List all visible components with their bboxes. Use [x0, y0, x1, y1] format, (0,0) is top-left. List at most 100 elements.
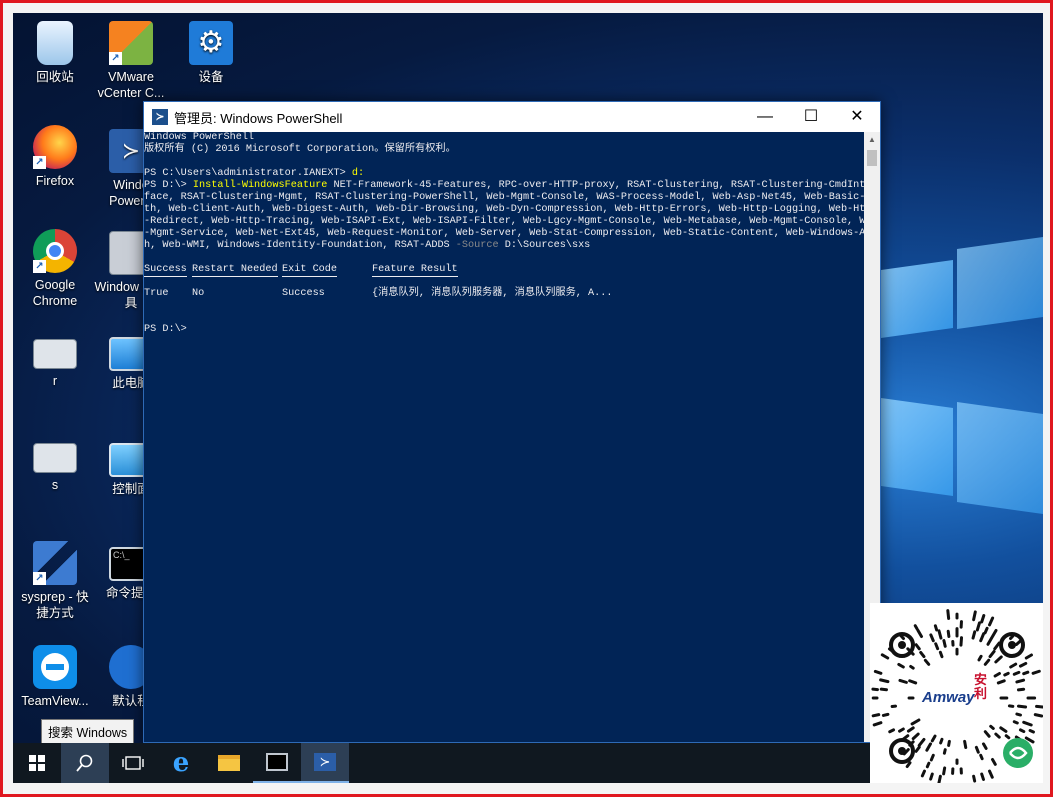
console-line: th, Web-Client-Auth, Web-Digest-Auth, We… [144, 204, 866, 215]
console-args: NET-Framework-45-Features, RPC-over-HTTP… [327, 180, 866, 191]
file-explorer-icon [218, 755, 240, 771]
qr-dot [971, 630, 977, 640]
qr-dot [908, 679, 918, 685]
desktop-icon-firefox[interactable]: ↗ Firefox [17, 125, 93, 189]
qr-dot [930, 734, 937, 743]
desktop-icon-settings[interactable]: ⚙ 设备 [173, 21, 249, 85]
maximize-button[interactable]: ☐ [788, 102, 834, 132]
minimize-button[interactable]: — [742, 102, 788, 132]
qr-dot [1035, 704, 1043, 709]
taskbar-edge[interactable]: e [157, 743, 205, 783]
qr-dot [920, 769, 926, 778]
qr-dot [925, 761, 931, 769]
qr-dot [989, 724, 995, 730]
desktop-icon-label: 回收站 [36, 70, 74, 84]
network-computers-icon: ↗ [33, 541, 77, 585]
qr-code-overlay: Amway 安利 [870, 603, 1043, 783]
qr-dot [1014, 639, 1022, 646]
qr-dot [996, 679, 1006, 685]
close-button[interactable]: ✕ [834, 102, 880, 132]
qr-dot [1004, 734, 1011, 740]
desktop-icon-chrome[interactable]: ↗ Google Chrome [17, 229, 93, 309]
qr-dot [939, 737, 944, 745]
qr-dot [983, 730, 991, 738]
teamviewer-icon [33, 645, 77, 689]
table-header: Exit Code [282, 264, 338, 277]
table-header: Restart Needed [192, 264, 278, 277]
taskbar-powershell[interactable]: ≻ [301, 743, 349, 783]
desktop-icon-s[interactable]: s [17, 443, 93, 493]
qr-dot [977, 654, 983, 662]
qr-dot [897, 662, 905, 669]
window-titlebar[interactable]: ≻ 管理员: Windows PowerShell — ☐ ✕ [144, 102, 880, 132]
qr-dot [947, 739, 951, 747]
qr-dot [982, 742, 988, 750]
qr-dot [974, 745, 980, 754]
qr-dot [942, 748, 947, 755]
console-prompt: PS C:\Users\administrator.IANEXT> [144, 168, 352, 179]
qr-dot [1012, 720, 1019, 725]
shortcut-arrow-icon: ↗ [33, 260, 46, 273]
window-title: 管理员: Windows PowerShell [174, 110, 343, 126]
qr-dot [959, 636, 964, 647]
desktop-icon-teamviewer[interactable]: TeamView... [17, 645, 93, 709]
desktop: 回收站 ↗ Firefox ↗ Google Chrome r s ↗ sysp… [13, 13, 1043, 783]
qr-dot [1016, 704, 1028, 709]
taskbar-file-explorer[interactable] [205, 743, 253, 783]
scroll-up-icon[interactable]: ▲ [864, 132, 880, 148]
shortcut-arrow-icon: ↗ [33, 572, 46, 585]
qr-dot [942, 639, 947, 648]
console-line: -Mgmt-Service, Web-Net-Ext45, Web-Reques… [144, 228, 866, 239]
qr-dot [1022, 720, 1033, 727]
desktop-icon-label: r [52, 374, 58, 388]
table-header: Success [144, 264, 187, 277]
qr-dot [1015, 678, 1026, 684]
search-icon [76, 754, 93, 772]
qr-dot [994, 655, 1003, 664]
qr-dot [1018, 661, 1028, 668]
console-output[interactable]: Windows PowerShell 版权所有 (C) 2016 Microso… [144, 132, 866, 742]
console-args: h, Web-WMI, Windows-Identity-Foundation,… [144, 240, 456, 251]
wallpaper-logo-pane [881, 259, 953, 339]
qr-dot [988, 769, 994, 779]
qr-dot [991, 628, 998, 639]
qr-dot [923, 658, 931, 666]
scrollbar-thumb[interactable] [867, 150, 877, 166]
firefox-icon: ↗ [33, 125, 77, 169]
qr-dot [946, 609, 951, 620]
qr-dot [925, 742, 932, 752]
qr-dot [906, 726, 915, 733]
qr-dot [938, 650, 944, 659]
table-cell: True [144, 288, 169, 299]
desktop-icon-r[interactable]: r [17, 339, 93, 389]
search-button[interactable] [61, 743, 109, 783]
console-line: 版权所有 (C) 2016 Microsoft Corporation。保留所有… [144, 144, 456, 155]
taskbar-cmd[interactable] [253, 743, 301, 783]
qr-dot [914, 643, 921, 651]
desktop-icon-vmware[interactable]: ↗ VMware vCenter C... [93, 21, 169, 101]
recycle-bin-icon [37, 21, 73, 65]
start-button[interactable] [13, 743, 61, 783]
qr-dot [988, 616, 995, 627]
qr-brand-label: Amway [922, 689, 975, 706]
qr-dot [879, 687, 888, 692]
powershell-window[interactable]: ≻ 管理员: Windows PowerShell — ☐ ✕ Windows … [143, 101, 881, 743]
desktop-icon-sysprep[interactable]: ↗ sysprep - 快捷方式 [17, 541, 93, 621]
qr-dot [913, 624, 919, 631]
qr-dot [994, 732, 1001, 739]
qr-dot [980, 772, 985, 781]
qr-dot [963, 739, 968, 750]
task-view-button[interactable] [109, 743, 157, 783]
desktop-icon-recycle-bin[interactable]: 回收站 [17, 21, 93, 85]
qr-dot [909, 664, 915, 670]
qr-dot [1022, 670, 1030, 676]
qr-dot [983, 658, 991, 666]
qr-dot [942, 766, 947, 776]
qr-dot [1012, 670, 1021, 676]
desktop-icon-label: sysprep - 快捷方式 [21, 590, 89, 620]
qr-dot [1024, 653, 1033, 660]
desktop-icon-label: s [51, 478, 59, 492]
qr-dot [983, 626, 989, 635]
qr-dot [1009, 634, 1015, 641]
qr-dot [898, 678, 908, 684]
